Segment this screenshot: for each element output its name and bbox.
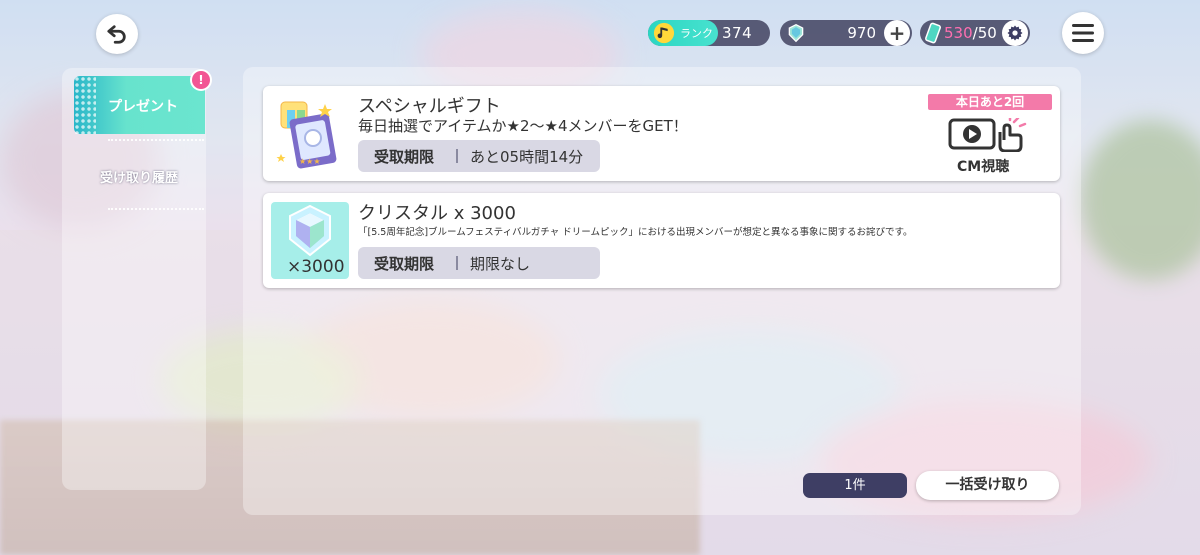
stamina-max: /50 xyxy=(972,24,997,42)
crystal-value: 970 xyxy=(847,24,876,42)
deadline-box: 受取期限 期限なし xyxy=(358,247,600,279)
tab-present[interactable]: プレゼント xyxy=(74,76,205,134)
settings-button[interactable] xyxy=(1002,20,1028,46)
back-button[interactable] xyxy=(96,14,138,54)
item-quantity: ×3000 xyxy=(287,257,345,277)
present-count: 1件 xyxy=(803,473,907,498)
crystal-icon xyxy=(788,23,804,43)
special-gift-icon: ★★★ xyxy=(276,101,337,169)
remaining-today-badge: 本日あと2回 xyxy=(928,94,1052,110)
present-card[interactable]: ×3000 クリスタル x 3000 「[5.5周年記念]ブルームフェスティバル… xyxy=(263,193,1060,288)
present-description: 毎日抽選でアイテムか★2～★4メンバーをGET！ xyxy=(358,117,688,135)
crystal-display: 970 + xyxy=(780,20,912,46)
rank-display: ランク 374 xyxy=(648,20,770,46)
notification-badge: ! xyxy=(192,71,210,89)
present-description: 「[5.5周年記念]ブルームフェスティバルガチャ ドリームピック」における出現メ… xyxy=(358,227,913,238)
present-title: クリスタル x 3000 xyxy=(358,203,516,224)
stamina-icon xyxy=(925,22,941,44)
back-arrow-icon xyxy=(107,25,126,44)
deadline-box: 受取期限 あと05時間14分 xyxy=(358,140,600,172)
stamina-current: 530 xyxy=(944,24,973,42)
divider xyxy=(108,139,204,141)
deadline-label: 受取期限 xyxy=(374,147,435,166)
gear-icon xyxy=(1007,25,1023,41)
stamina-display: 530/50 xyxy=(920,20,1030,46)
hamburger-menu-icon xyxy=(1072,24,1094,42)
deadline-value: あと05時間14分 xyxy=(470,147,584,166)
menu-button[interactable] xyxy=(1062,12,1104,54)
svg-text:★★★: ★★★ xyxy=(299,157,321,166)
deadline-label: 受取期限 xyxy=(374,254,435,273)
video-ad-icon[interactable] xyxy=(948,118,1028,152)
deadline-value: 期限なし xyxy=(470,254,531,273)
receive-all-button[interactable]: 一括受け取り xyxy=(916,471,1059,500)
plus-icon: + xyxy=(888,21,906,45)
rank-label: ランク xyxy=(680,27,713,40)
crystal-item-icon xyxy=(289,204,331,257)
tab-receive-history[interactable]: 受け取り履歴 xyxy=(100,167,178,186)
music-note-icon xyxy=(653,22,675,44)
add-crystal-button[interactable]: + xyxy=(884,20,910,46)
rank-value: 374 xyxy=(722,24,753,42)
present-card[interactable]: ★★★ スペシャルギフト 毎日抽選でアイテムか★2～★4メンバーをGET！ 受取… xyxy=(263,86,1060,181)
watch-cm-label[interactable]: CM視聴 xyxy=(957,156,1009,176)
divider xyxy=(108,208,204,210)
tab-present-label: プレゼント xyxy=(108,99,178,115)
